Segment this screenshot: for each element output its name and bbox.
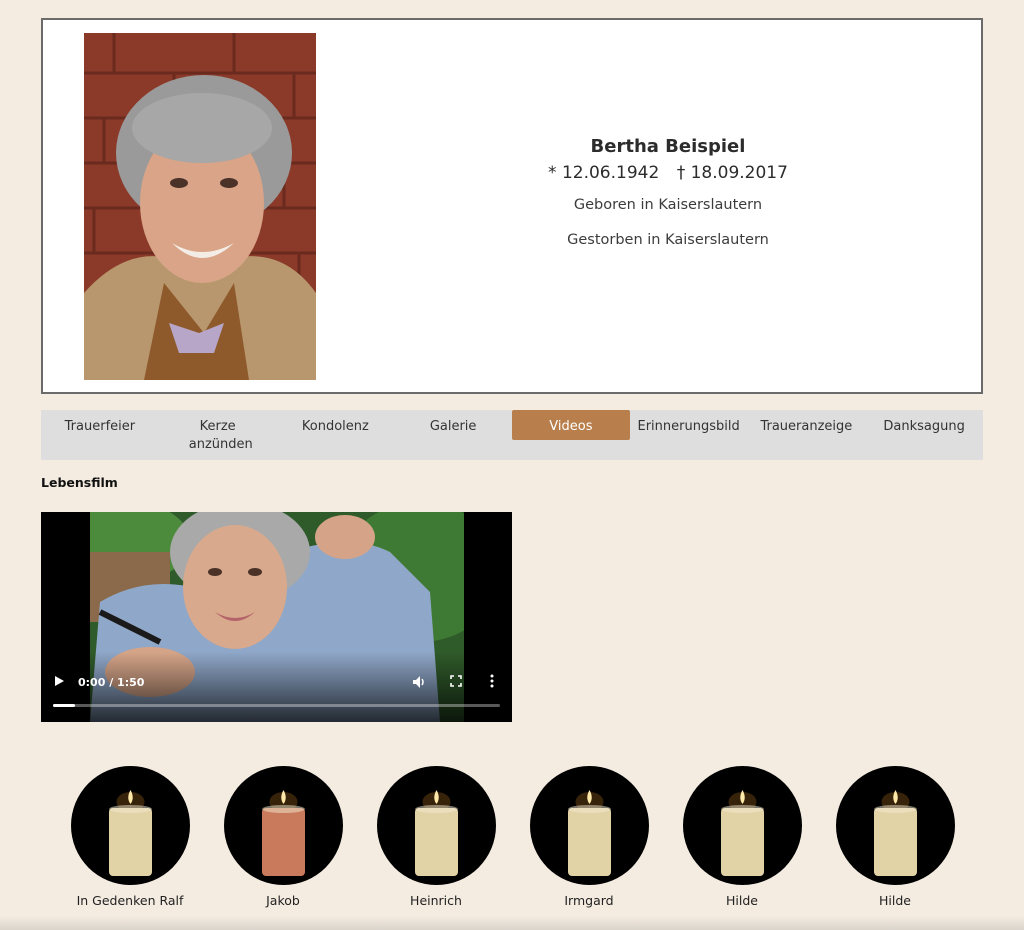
tab-trauerfeier[interactable]: Trauerfeier xyxy=(41,410,159,460)
candle-body xyxy=(261,808,305,876)
death-place: Gestorben in Kaiserslautern xyxy=(567,232,769,248)
candle-top xyxy=(567,805,611,813)
fullscreen-icon[interactable] xyxy=(450,675,462,690)
candle-name: Hilde xyxy=(879,893,911,908)
candle-image xyxy=(70,766,190,885)
birth-place: Geboren in Kaiserslautern xyxy=(573,197,763,213)
profile-info: Bertha Beispiel * 12.06.1942 † 18.09.201… xyxy=(433,136,903,267)
candle-body xyxy=(414,808,458,876)
video-controls: 0:00 / 1:50 xyxy=(41,674,512,694)
deceased-name: Bertha Beispiel xyxy=(590,136,746,157)
birth-date: * 12.06.1942 xyxy=(548,163,660,183)
candle-top xyxy=(414,805,458,813)
candle-list: In Gedenken Ralf Jakob Heinrich Irmgard … xyxy=(41,766,983,916)
tab-galerie[interactable]: Galerie xyxy=(394,410,512,460)
play-icon[interactable] xyxy=(55,676,64,686)
death-date: † 18.09.2017 xyxy=(676,163,788,183)
bottom-fade xyxy=(0,916,1024,930)
candle-image xyxy=(835,766,955,885)
video-progress-fill xyxy=(53,704,76,707)
candle-body xyxy=(720,808,764,876)
candle-image xyxy=(529,766,649,885)
candle-top xyxy=(108,805,152,813)
portrait-photo xyxy=(84,33,316,380)
more-options-icon[interactable] xyxy=(490,674,494,691)
tab-bar: Trauerfeier Kerze anzünden Kondolenz Gal… xyxy=(41,410,983,460)
tab-videos[interactable]: Videos xyxy=(512,410,630,440)
tab-kondolenz[interactable]: Kondolenz xyxy=(277,410,395,460)
video-time: 0:00 / 1:50 xyxy=(78,676,145,689)
candle-image xyxy=(376,766,496,885)
candle-image xyxy=(223,766,343,885)
candle-top xyxy=(261,805,305,813)
tab-erinnerungsbild[interactable]: Erinnerungsbild xyxy=(630,410,748,460)
candle-top xyxy=(873,805,917,813)
candle-body xyxy=(567,808,611,876)
volume-icon[interactable] xyxy=(412,675,426,692)
life-dates: * 12.06.1942 † 18.09.2017 xyxy=(433,163,903,183)
candle-image xyxy=(682,766,802,885)
candle-item[interactable]: Hilde xyxy=(805,766,985,908)
tab-traueranzeige[interactable]: Traueranzeige xyxy=(748,410,866,460)
candle-top xyxy=(720,805,764,813)
profile-card: Bertha Beispiel * 12.06.1942 † 18.09.201… xyxy=(41,18,983,394)
candle-body xyxy=(873,808,917,876)
tab-danksagung[interactable]: Danksagung xyxy=(865,410,983,460)
tab-kerze-anzuenden[interactable]: Kerze anzünden xyxy=(159,410,277,460)
video-player[interactable]: 0:00 / 1:50 xyxy=(41,512,512,722)
section-title: Lebensfilm xyxy=(41,475,118,490)
candle-body xyxy=(108,808,152,876)
video-progress-bar[interactable] xyxy=(53,704,500,707)
